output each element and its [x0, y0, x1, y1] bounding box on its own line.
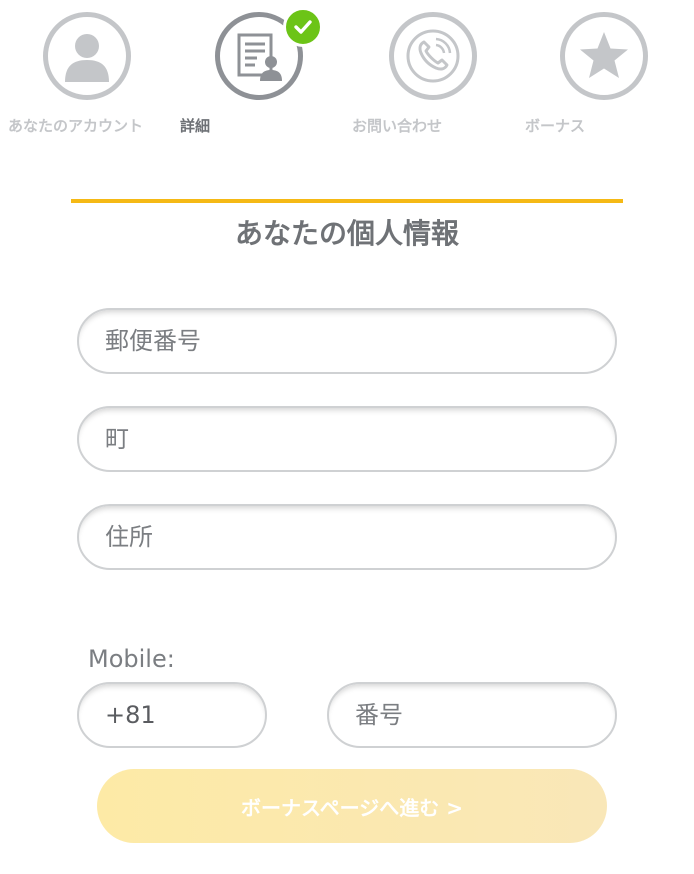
- step-contact-circle[interactable]: [389, 12, 477, 100]
- step-account-label: あなたのアカウント: [8, 117, 144, 135]
- proceed-to-bonus-button[interactable]: ボーナスページへ進む >: [97, 769, 607, 843]
- progress-divider: [71, 199, 623, 203]
- user-icon: [65, 34, 109, 82]
- phone-icon: [406, 29, 460, 83]
- address-input[interactable]: [77, 504, 617, 570]
- step-details-label: 詳細: [180, 117, 211, 135]
- step-bonus-label: ボーナス: [525, 117, 586, 135]
- document-user-icon: [237, 33, 282, 81]
- mobile-label: Mobile:: [88, 645, 175, 673]
- postal-code-input[interactable]: [77, 308, 617, 374]
- phone-number-input[interactable]: [327, 682, 617, 748]
- town-input[interactable]: [77, 406, 617, 472]
- section-title: あなたの個人情報: [234, 217, 459, 250]
- step-contact-label: お問い合わせ: [352, 117, 443, 135]
- star-icon: [580, 32, 628, 78]
- completed-check-icon: [283, 7, 323, 47]
- step-account-circle[interactable]: [43, 12, 131, 100]
- country-code-input[interactable]: [77, 682, 267, 748]
- step-bonus-circle[interactable]: [560, 12, 648, 100]
